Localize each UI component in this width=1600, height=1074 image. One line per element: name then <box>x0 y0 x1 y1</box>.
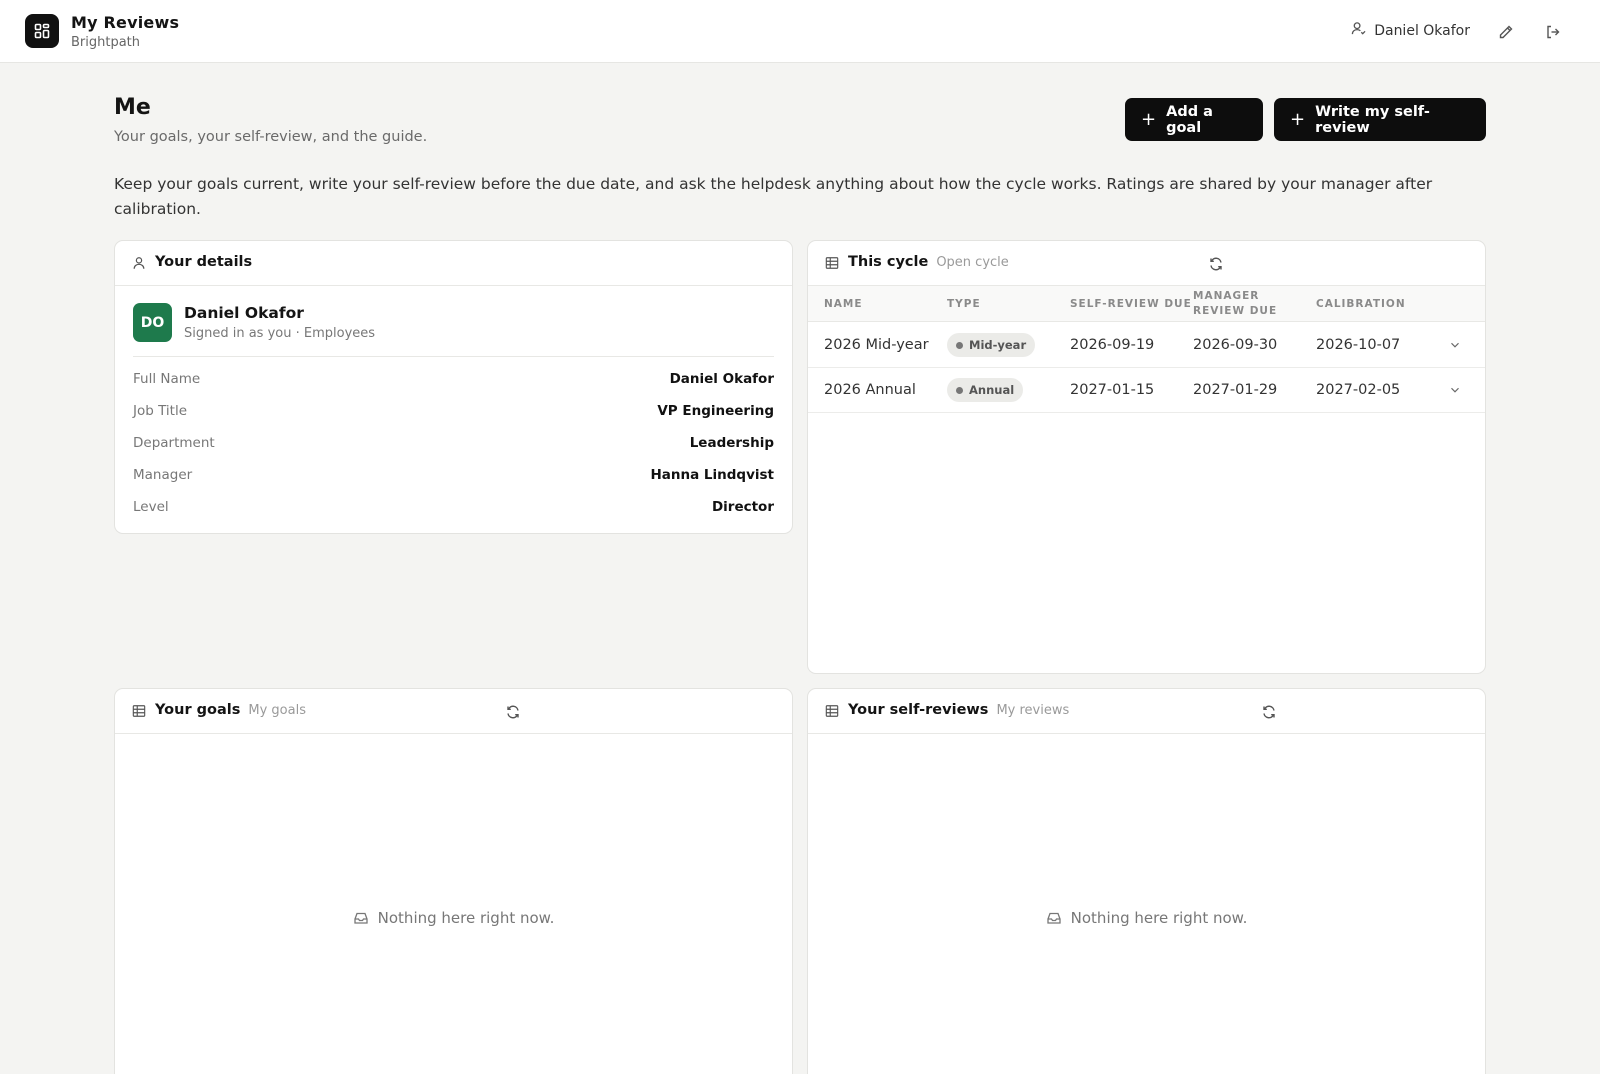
divider <box>133 356 774 357</box>
person-name: Daniel Okafor <box>184 304 304 322</box>
user-icon <box>133 257 145 269</box>
cycle-title-text: This cycle <box>848 254 929 270</box>
column-header[interactable]: NAME <box>824 286 863 322</box>
table-icon <box>132 705 146 717</box>
intro-text: Keep your goals current, write your self… <box>114 175 1433 218</box>
column-header[interactable]: SELF-REVIEW DUE <box>1070 286 1192 322</box>
empty-state: Nothing here right now. <box>808 909 1485 927</box>
manager-review-due: 2027-01-29 <box>1193 382 1278 398</box>
cycle-name: 2026 Mid-year <box>824 337 929 353</box>
empty-message: Nothing here right now. <box>377 909 555 927</box>
detail-label: Full Name <box>133 371 201 387</box>
chevron-down-icon[interactable] <box>1448 383 1462 397</box>
goals-title: Your goals My goals <box>155 702 306 718</box>
type-cell: Mid-year <box>947 323 1036 367</box>
goals-card: Your goals My goals Nothing here right no… <box>114 688 793 1074</box>
self-review-due: 2027-01-15 <box>1070 382 1155 398</box>
table-row[interactable]: 2026 Mid-year Mid-year 2026-09-19 2026-0… <box>808 323 1485 368</box>
cycle-card-header: This cycle Open cycle <box>808 241 1485 286</box>
type-badge: Annual <box>947 378 1024 402</box>
inbox-icon <box>1047 912 1061 924</box>
self-reviews-title-text: Your self-reviews <box>848 702 989 718</box>
person-meta: Signed in as you · Employees <box>184 326 376 341</box>
avatar: DO <box>133 303 172 342</box>
badge-dot <box>956 341 963 349</box>
table-icon <box>825 257 839 269</box>
plus-icon: + <box>1141 108 1157 130</box>
cycle-title: This cycle Open cycle <box>848 254 1009 270</box>
chevron-down-icon[interactable] <box>1448 338 1462 352</box>
detail-value: VP Engineering <box>657 403 774 419</box>
page-subtitle: Your goals, your self-review, and the gu… <box>114 129 428 145</box>
goals-title-text: Your goals <box>155 702 241 718</box>
badge-dot <box>956 386 963 394</box>
type-label: Mid-year <box>969 338 1027 352</box>
cycle-card: This cycle Open cycle NAME TYPE SELF-REVI… <box>807 240 1486 674</box>
detail-value: Hanna Lindqvist <box>650 467 774 483</box>
refresh-icon[interactable] <box>505 704 521 720</box>
inbox-icon <box>354 912 368 924</box>
detail-row: Level Director <box>133 499 774 519</box>
self-review-due: 2026-09-19 <box>1070 337 1155 353</box>
table-row[interactable]: 2026 Annual Annual 2027-01-15 2027-01-29… <box>808 368 1485 413</box>
self-reviews-tag: My reviews <box>996 703 1070 718</box>
write-self-review-button[interactable]: + Write my self-review <box>1274 98 1486 141</box>
app-title: My Reviews <box>71 13 180 32</box>
column-header[interactable]: TYPE <box>947 286 981 322</box>
empty-state: Nothing here right now. <box>115 909 792 927</box>
detail-value: Daniel Okafor <box>669 371 774 387</box>
user-menu[interactable]: Daniel Okafor <box>1351 21 1470 40</box>
grid-icon[interactable] <box>25 14 59 48</box>
calibration-date: 2027-02-05 <box>1316 382 1401 398</box>
detail-label: Department <box>133 435 215 451</box>
empty-message: Nothing here right now. <box>1070 909 1248 927</box>
details-card: Your details DO Daniel Okafor Signed in … <box>114 240 793 534</box>
column-header[interactable]: MANAGER REVIEW DUE <box>1193 286 1313 322</box>
detail-label: Level <box>133 499 169 515</box>
page-title: Me <box>114 95 151 120</box>
type-label: Annual <box>969 383 1015 397</box>
detail-row: Full Name Daniel Okafor <box>133 371 774 391</box>
self-reviews-card-header: Your self-reviews My reviews <box>808 689 1485 734</box>
column-header[interactable]: CALIBRATION <box>1316 286 1406 322</box>
detail-row: Manager Hanna Lindqvist <box>133 467 774 487</box>
type-cell: Annual <box>947 368 1024 412</box>
logout-icon[interactable] <box>1543 22 1563 42</box>
manager-review-due: 2026-09-30 <box>1193 337 1278 353</box>
write-self-review-label: Write my self-review <box>1315 103 1430 136</box>
pencil-icon[interactable] <box>1496 22 1516 42</box>
details-card-header: Your details <box>115 241 792 286</box>
user-icon <box>1351 21 1366 40</box>
details-title: Your details <box>155 254 253 270</box>
detail-value: Leadership <box>689 435 774 451</box>
detail-row: Job Title VP Engineering <box>133 403 774 423</box>
goals-tag: My goals <box>248 703 306 718</box>
cycle-name: 2026 Annual <box>824 382 916 398</box>
detail-value: Director <box>711 499 774 515</box>
self-reviews-title: Your self-reviews My reviews <box>848 702 1069 718</box>
detail-row: Department Leadership <box>133 435 774 455</box>
top-bar: My Reviews Brightpath Daniel Okafor <box>0 0 1600 63</box>
detail-label: Manager <box>133 467 193 483</box>
calibration-date: 2026-10-07 <box>1316 337 1401 353</box>
detail-label: Job Title <box>133 403 188 419</box>
refresh-icon[interactable] <box>1261 704 1277 720</box>
type-badge: Mid-year <box>947 333 1036 357</box>
add-goal-button[interactable]: + Add a goal <box>1125 98 1263 141</box>
table-icon <box>825 705 839 717</box>
user-name: Daniel Okafor <box>1374 22 1470 39</box>
refresh-icon[interactable] <box>1208 256 1224 272</box>
self-reviews-card: Your self-reviews My reviews Nothing here… <box>807 688 1486 1074</box>
app-subtitle: Brightpath <box>71 35 141 50</box>
plus-icon: + <box>1290 108 1306 130</box>
table-header: NAME TYPE SELF-REVIEW DUE MANAGER REVIEW… <box>808 286 1485 322</box>
add-goal-label: Add a goal <box>1166 103 1213 136</box>
goals-card-header: Your goals My goals <box>115 689 792 734</box>
cycle-tag: Open cycle <box>936 255 1009 270</box>
